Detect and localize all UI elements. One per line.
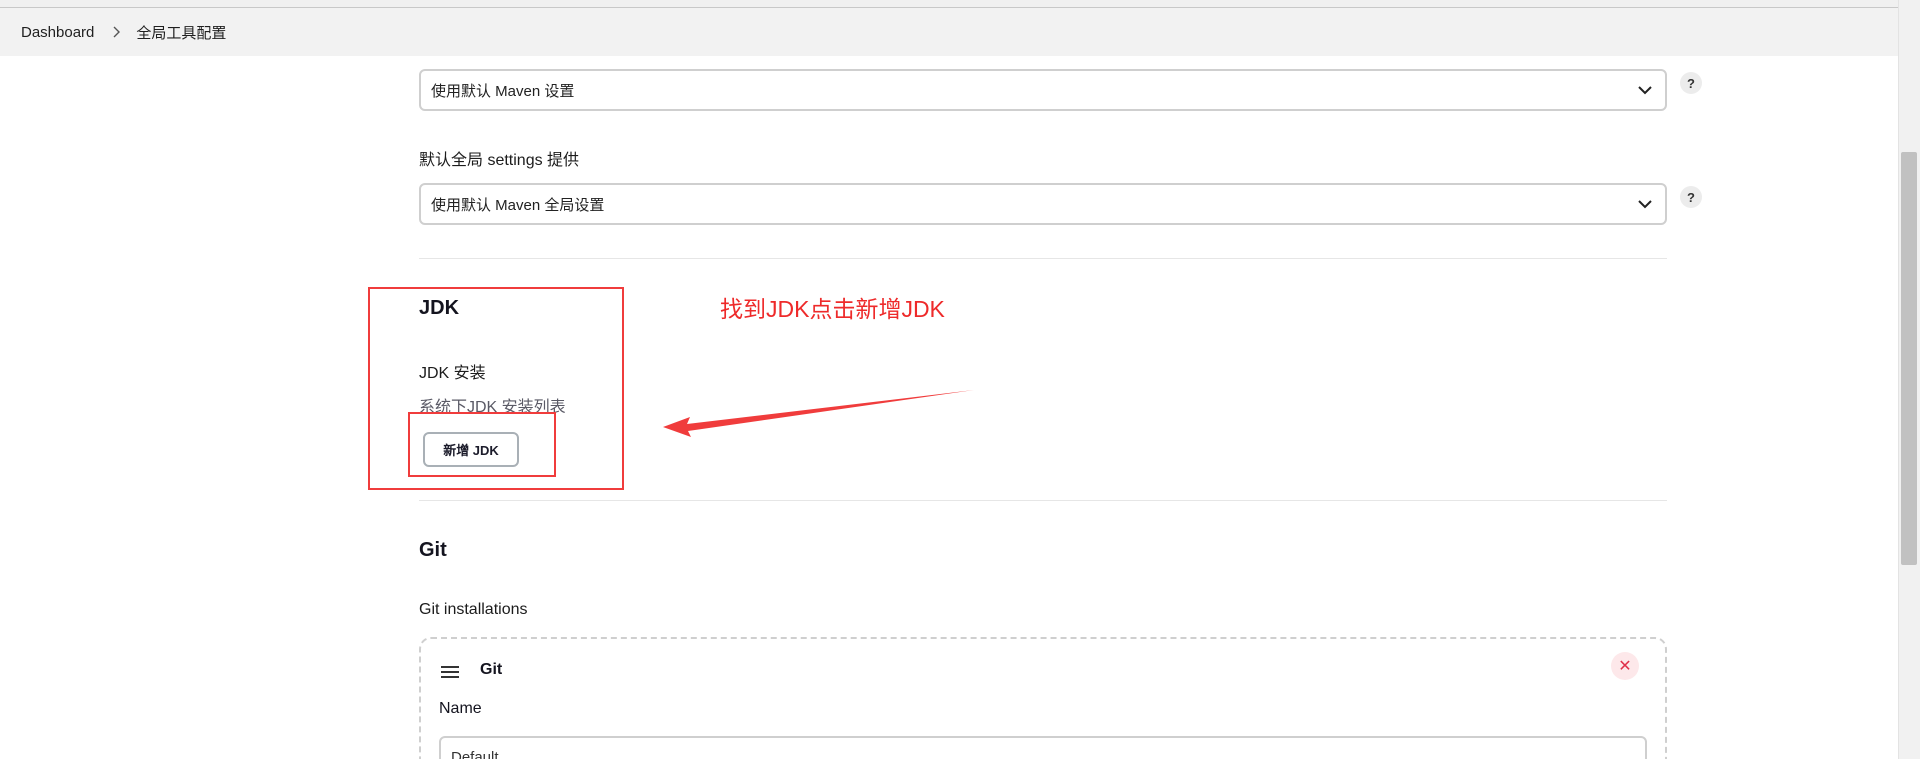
maven-global-settings-value: 使用默认 Maven 全局设置: [431, 196, 605, 214]
chevron-down-icon: [1638, 200, 1652, 209]
git-installation-card: Git ✕ Name: [419, 637, 1667, 759]
section-divider: [419, 500, 1667, 501]
scrollbar-thumb[interactable]: [1901, 152, 1917, 565]
git-card-title: Git: [480, 661, 503, 678]
global-settings-label: 默认全局 settings 提供: [419, 152, 580, 169]
maven-settings-value: 使用默认 Maven 设置: [431, 82, 575, 100]
maven-settings-select[interactable]: 使用默认 Maven 设置: [419, 69, 1667, 111]
jdk-section-title: JDK: [419, 297, 460, 319]
breadcrumb: Dashboard 全局工具配置: [0, 8, 1898, 56]
annotation-arrow-icon: [663, 390, 974, 437]
maven-global-settings-select[interactable]: 使用默认 Maven 全局设置: [419, 183, 1667, 225]
add-jdk-button[interactable]: 新增 JDK: [423, 432, 519, 467]
help-icon[interactable]: ?: [1680, 72, 1702, 94]
breadcrumb-dashboard[interactable]: Dashboard: [21, 24, 94, 41]
section-divider: [419, 258, 1667, 259]
chevron-right-icon: [110, 26, 122, 38]
help-icon[interactable]: ?: [1680, 186, 1702, 208]
close-icon[interactable]: ✕: [1611, 652, 1639, 680]
chevron-down-icon: [1638, 86, 1652, 95]
annotation-text: 找到JDK点击新增JDK: [720, 296, 945, 322]
jdk-installations-description: 系统下JDK 安装列表: [419, 399, 566, 416]
git-installations-label: Git installations: [419, 601, 528, 618]
git-name-label: Name: [439, 700, 482, 717]
jdk-installations-label: JDK 安装: [419, 365, 486, 382]
git-name-field[interactable]: [439, 736, 1647, 759]
window-top-strip: [0, 0, 1920, 8]
git-section-title: Git: [419, 539, 447, 561]
breadcrumb-global-tool-config[interactable]: 全局工具配置: [136, 22, 226, 43]
drag-handle-icon[interactable]: [441, 665, 459, 679]
